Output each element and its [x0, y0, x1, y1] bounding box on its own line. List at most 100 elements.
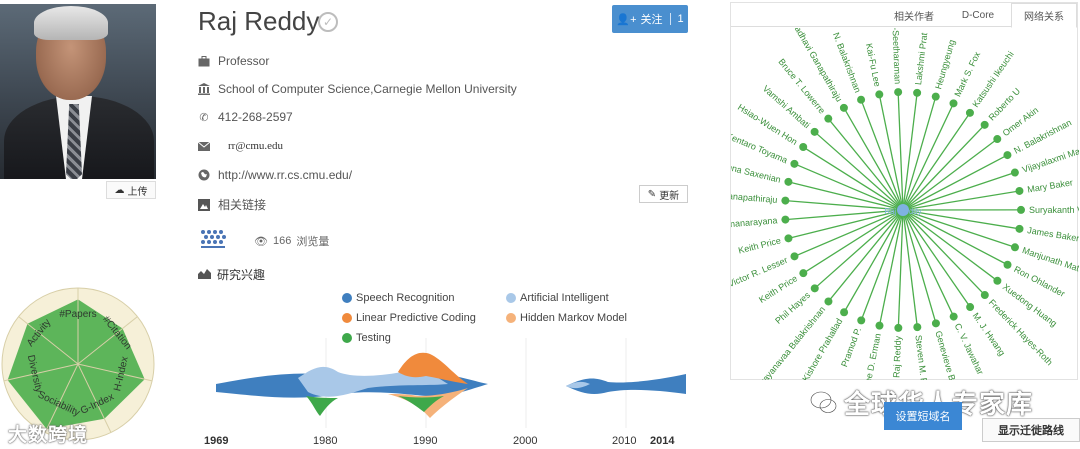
network-node[interactable] [799, 269, 808, 278]
axis-tick-1969: 1969 [204, 435, 228, 447]
coauthor-network: Lakshmi Prat HeungyeungMark S. FoxKatsush… [731, 28, 1079, 380]
axis-tick-1980: 1980 [313, 435, 337, 447]
network-node[interactable] [980, 120, 989, 129]
network-node[interactable] [931, 319, 940, 328]
network-node[interactable] [839, 103, 848, 112]
position-row: Professor [198, 54, 269, 68]
legend-label: Speech Recognition [356, 292, 455, 304]
show-migration-route-button[interactable]: 显示迁徙路线 [982, 418, 1080, 442]
network-node[interactable] [799, 143, 808, 152]
network-node-label[interactable]: Genevieve Bell [933, 330, 959, 380]
network-node-label[interactable]: Pramod P. [839, 326, 863, 368]
network-node[interactable] [1015, 224, 1024, 233]
interest-label: 研究兴趣 [217, 268, 266, 282]
network-node-label[interactable]: Judith Klein-Seetharaman [889, 28, 903, 84]
network-node[interactable] [790, 159, 799, 168]
update-label: 更新 [659, 190, 680, 202]
network-node[interactable] [913, 88, 922, 97]
legend-label: Linear Predictive Coding [356, 312, 476, 324]
network-node-label[interactable]: Kai-Fu Lee [864, 42, 883, 87]
radar-axis-label: #Papers [59, 309, 96, 320]
network-node-label[interactable]: Frederick Hayes-Roth [987, 297, 1055, 367]
network-node[interactable] [781, 196, 790, 205]
network-node[interactable] [784, 234, 793, 243]
network-node[interactable] [966, 303, 975, 312]
network-node[interactable] [1015, 186, 1024, 195]
network-node[interactable] [993, 276, 1002, 285]
network-node-label[interactable]: James Baker [1027, 225, 1079, 243]
follow-label: 关注 [640, 14, 663, 26]
network-node-label[interactable]: Keith Price [737, 235, 782, 255]
legend-item-speech[interactable]: Speech Recognition [342, 292, 454, 304]
short-domain-label: 设置短域名 [895, 411, 951, 423]
network-node[interactable] [931, 92, 940, 101]
network-node-label[interactable]: Manjunath Mat [1021, 245, 1079, 273]
homepage-link[interactable]: http://www.rr.cs.cmu.edu/ [218, 168, 352, 182]
legend-dot [342, 313, 352, 323]
views-label: 浏览量 [296, 236, 330, 248]
network-node[interactable] [1003, 151, 1012, 160]
network-node-label[interactable]: Omer Akin [1001, 105, 1041, 138]
interest-streamgraph: 1969 1980 1990 2000 2010 2014 [204, 338, 686, 447]
network-node[interactable] [1010, 243, 1019, 252]
network-node[interactable] [949, 312, 958, 321]
network-edge [827, 209, 904, 302]
envelope-icon [198, 140, 210, 152]
globe-icon [198, 169, 210, 181]
network-node-label[interactable]: Raj Reddy [891, 335, 903, 378]
network-node[interactable] [875, 321, 884, 330]
network-node[interactable] [875, 90, 884, 99]
network-node[interactable] [894, 88, 903, 97]
network-node[interactable] [784, 177, 793, 186]
briefcase-icon [198, 55, 210, 67]
network-node-label[interactable]: Lakshmi Prat [913, 32, 929, 86]
follow-button[interactable]: 👤+ 关注 1 [612, 5, 688, 33]
network-node[interactable] [810, 284, 819, 293]
verified-icon: ✓ [318, 12, 338, 32]
network-node[interactable] [857, 95, 866, 104]
legend-label: Artificial Intelligent [520, 292, 609, 304]
network-node[interactable] [790, 252, 799, 261]
legend-item-hmm[interactable]: Hidden Markov Model [506, 312, 627, 324]
legend-dot [506, 293, 516, 303]
network-node[interactable] [810, 127, 819, 136]
tab-d-core[interactable]: D-Core [947, 3, 1009, 27]
network-node-label[interactable]: Heungyeung [933, 39, 957, 91]
network-node[interactable] [913, 323, 922, 332]
network-node-label[interactable]: Lee D. Erman [862, 332, 883, 380]
network-node-label[interactable]: Ganapathiraju [731, 190, 778, 204]
network-node[interactable] [949, 99, 958, 108]
axis-tick-2014: 2014 [650, 435, 675, 447]
institution-icon [198, 83, 210, 95]
profile-name: Raj Reddy [198, 6, 320, 36]
tab-network[interactable]: 网络关系 [1011, 3, 1077, 28]
network-node[interactable] [980, 291, 989, 300]
network-node-label[interactable]: Steven M. Rubin [913, 334, 931, 380]
network-node[interactable] [993, 135, 1002, 144]
organization-logo[interactable] [198, 228, 228, 250]
upload-button[interactable]: ☁ 上传 [106, 181, 156, 199]
legend-item-ai[interactable]: Artificial Intelligent [506, 292, 609, 304]
network-node[interactable] [824, 114, 833, 123]
update-button[interactable]: ✎ 更新 [639, 185, 688, 203]
network-node[interactable] [824, 297, 833, 306]
legend-item-lpc[interactable]: Linear Predictive Coding [342, 312, 476, 324]
network-node[interactable] [1003, 260, 1012, 269]
network-node[interactable] [857, 316, 866, 325]
tab-related-authors[interactable]: 相关作者 [881, 3, 947, 27]
legend-dot [506, 313, 516, 323]
email-text[interactable]: rr@cmu.edu [228, 140, 283, 152]
center-node-label: Raj Reddy [884, 207, 921, 216]
network-node[interactable] [1010, 168, 1019, 177]
network-node[interactable] [965, 108, 974, 117]
network-node[interactable] [781, 215, 790, 224]
network-node[interactable] [1017, 205, 1025, 214]
edit-icon: ✎ [647, 188, 657, 200]
set-short-domain-button[interactable]: 设置短域名 [884, 402, 962, 430]
network-node[interactable] [840, 308, 849, 317]
network-node-label[interactable]: Yegnanarayana [731, 215, 778, 230]
network-node-label[interactable]: Mary Baker [1027, 177, 1074, 194]
network-node-label[interactable]: Anna Saxenian [731, 161, 782, 185]
network-node-label[interactable]: Suryakanth V. [1029, 205, 1079, 215]
network-node[interactable] [894, 323, 903, 332]
